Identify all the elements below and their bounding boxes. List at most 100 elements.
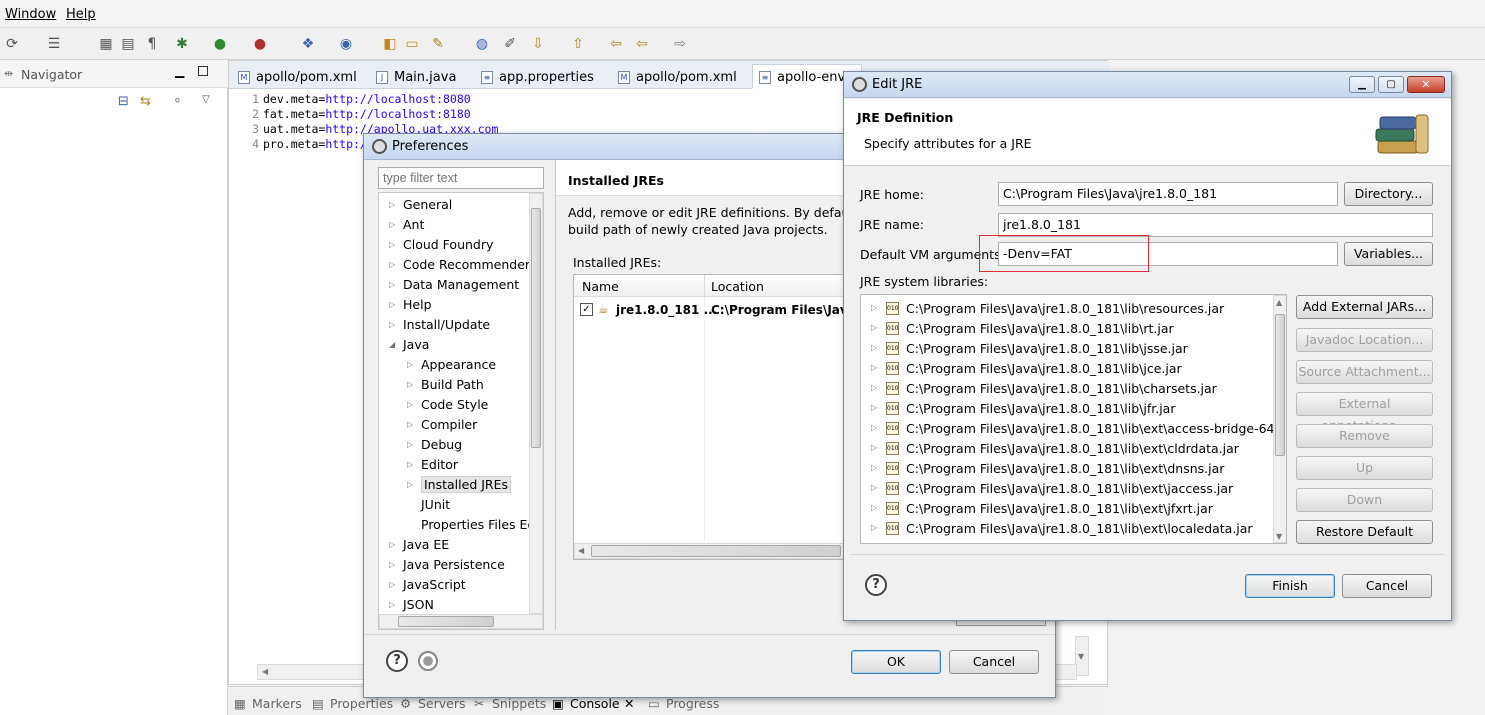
menu-window[interactable]: Window [5,7,56,22]
tab-markers[interactable]: Markers [252,696,302,711]
collapsed-arrow-icon[interactable]: ▷ [871,343,877,352]
maximize-icon[interactable]: ▢ [1378,76,1404,93]
down-button[interactable]: Down [1296,488,1433,512]
collapsed-arrow-icon[interactable]: ▷ [407,460,413,469]
library-item[interactable]: ▷ 010 C:\Program Files\Java\jre1.8.0_181\l… [861,499,1271,519]
tree-item[interactable]: ▷ Java Persistence [385,557,505,572]
link-editor-icon[interactable]: ⇆ [140,94,151,109]
open-folder-icon[interactable]: ▭ [402,34,422,54]
menu-help[interactable]: Help [66,7,96,22]
close-icon[interactable]: ✕ [624,696,634,711]
run-icon[interactable]: ● [210,34,230,54]
tree-horizontal-scrollbar[interactable] [379,614,543,629]
toolbar-icon[interactable]: ¶ [142,34,162,54]
help-icon[interactable]: ? [865,574,887,596]
collapsed-arrow-icon[interactable]: ▷ [389,580,395,589]
collapsed-arrow-icon[interactable]: ▷ [389,240,395,249]
tree-item[interactable]: ▷ Appearance [403,357,496,372]
tab-snippets[interactable]: Snippets [492,696,546,711]
tree-item[interactable]: ▷ Code Style [403,397,488,412]
collapsed-arrow-icon[interactable]: ▷ [407,480,413,489]
tree-item[interactable]: ▷ Debug [403,437,462,452]
libraries-scrollbar[interactable]: ▲ ▼ [1273,295,1286,543]
jre-name-input[interactable]: jre1.8.0_181 [998,213,1433,237]
library-item[interactable]: ▷ 010 C:\Program Files\Java\jre1.8.0_181\l… [861,339,1271,359]
toolbar-icon[interactable]: ▦ [96,34,116,54]
collapsed-arrow-icon[interactable]: ▷ [389,220,395,229]
library-item[interactable]: ▷ 010 C:\Program Files\Java\jre1.8.0_181\l… [861,439,1271,459]
last-edit-icon[interactable]: ⇦ [606,34,626,54]
minimize-icon[interactable]: ▁ [175,64,184,78]
add-external-jars-button[interactable]: Add External JARs... [1296,295,1433,319]
collapsed-arrow-icon[interactable]: ▷ [389,540,395,549]
tab-properties[interactable]: Properties [330,696,393,711]
jre-checkbox[interactable]: ✓ [580,303,593,316]
collapsed-arrow-icon[interactable]: ▷ [407,380,413,389]
forward-icon[interactable]: ⇨ [670,34,690,54]
cancel-button[interactable]: Cancel [949,650,1039,674]
tab-apollo-pom-2[interactable]: Mapollo/pom.xml [611,64,746,89]
filter-icon[interactable]: ⚬ [172,94,183,109]
external-tools-icon[interactable]: ● [250,34,270,54]
import-export-icon[interactable] [418,651,438,671]
collapsed-arrow-icon[interactable]: ▷ [389,300,395,309]
expanded-arrow-icon[interactable]: ◢ [389,340,395,349]
tree-item[interactable]: Properties Files Ed [403,517,535,532]
variables-button[interactable]: Variables... [1344,242,1433,266]
minimize-icon[interactable]: ▁ [1349,76,1375,93]
close-icon[interactable]: ✕ [1407,76,1445,93]
pen-icon[interactable]: ✎ [428,34,448,54]
tab-console[interactable]: Console [570,696,620,711]
library-item[interactable]: ▷ 010 C:\Program Files\Java\jre1.8.0_181\l… [861,359,1271,379]
toolbar-icon[interactable]: ▤ [118,34,138,54]
maximize-icon[interactable] [198,66,208,76]
debug-icon[interactable]: ✱ [172,34,192,54]
tree-item[interactable]: ▷ Build Path [403,377,484,392]
library-item[interactable]: ▷ 010 C:\Program Files\Java\jre1.8.0_181\l… [861,419,1286,439]
restore-default-button[interactable]: Restore Default [1296,520,1433,544]
toolbar-icon[interactable]: ✐ [500,34,520,54]
tree-item[interactable]: ▷ Ant [385,217,424,232]
library-item[interactable]: ▷ 010 C:\Program Files\Java\jre1.8.0_181\l… [861,459,1271,479]
collapsed-arrow-icon[interactable]: ▷ [871,523,877,532]
table-row[interactable]: ✓ ☕ jre1.8.0_181 ... C:\Program Files\Ja… [574,299,856,321]
globe-icon[interactable]: ◍ [472,34,492,54]
tree-scroll-thumb[interactable] [531,208,541,448]
tree-vertical-scrollbar[interactable] [529,193,543,614]
tree-item[interactable]: ◢ Java [385,337,429,352]
toolbar-icon[interactable]: ⟳ [2,34,22,54]
collapsed-arrow-icon[interactable]: ▷ [389,560,395,569]
tab-main-java[interactable]: J Main.java [369,64,465,89]
prev-annotation-icon[interactable]: ⇧ [568,34,588,54]
library-item[interactable]: ▷ 010 C:\Program Files\Java\jre1.8.0_181\l… [861,519,1271,539]
tree-item[interactable]: ▷ Help [385,297,432,312]
library-item[interactable]: ▷ 010 C:\Program Files\Java\jre1.8.0_181\l… [861,379,1271,399]
tree-item[interactable]: ▷ Editor [403,457,458,472]
library-item[interactable]: ▷ 010 C:\Program Files\Java\jre1.8.0_181\l… [861,399,1271,419]
new-icon[interactable]: ❖ [298,34,318,54]
collapsed-arrow-icon[interactable]: ▷ [871,303,877,312]
library-item[interactable]: ▷ 010 C:\Program Files\Java\jre1.8.0_181\l… [861,479,1271,499]
back-icon[interactable]: ⇦ [632,34,652,54]
remove-button[interactable]: Remove [1296,424,1433,448]
collapsed-arrow-icon[interactable]: ▷ [407,400,413,409]
ok-button[interactable]: OK [851,650,941,674]
toolbar-icon[interactable]: ☰ [44,34,64,54]
jre-home-input[interactable]: C:\Program Files\Java\jre1.8.0_181 [998,182,1338,206]
tree-item[interactable]: ▷ JavaScript [385,577,466,592]
source-attachment-button[interactable]: Source Attachment... [1296,360,1433,384]
collapse-all-icon[interactable]: ⊟ [118,94,129,109]
next-annotation-icon[interactable]: ⇩ [528,34,548,54]
finish-button[interactable]: Finish [1245,574,1335,598]
tab-servers[interactable]: Servers [418,696,466,711]
directory-button[interactable]: Directory... [1344,182,1433,206]
tree-item[interactable]: JUnit [403,497,450,512]
tree-item[interactable]: ▷ Compiler [403,417,477,432]
collapsed-arrow-icon[interactable]: ▷ [407,360,413,369]
new-class-icon[interactable]: ◉ [336,34,356,54]
tree-item[interactable]: ▷ Java EE [385,537,449,552]
javadoc-location-button[interactable]: Javadoc Location... [1296,328,1433,352]
library-item[interactable]: ▷ 010 C:\Program Files\Java\jre1.8.0_181\l… [861,299,1271,319]
collapsed-arrow-icon[interactable]: ▷ [871,323,877,332]
view-menu-icon[interactable]: ▽ [202,94,210,105]
